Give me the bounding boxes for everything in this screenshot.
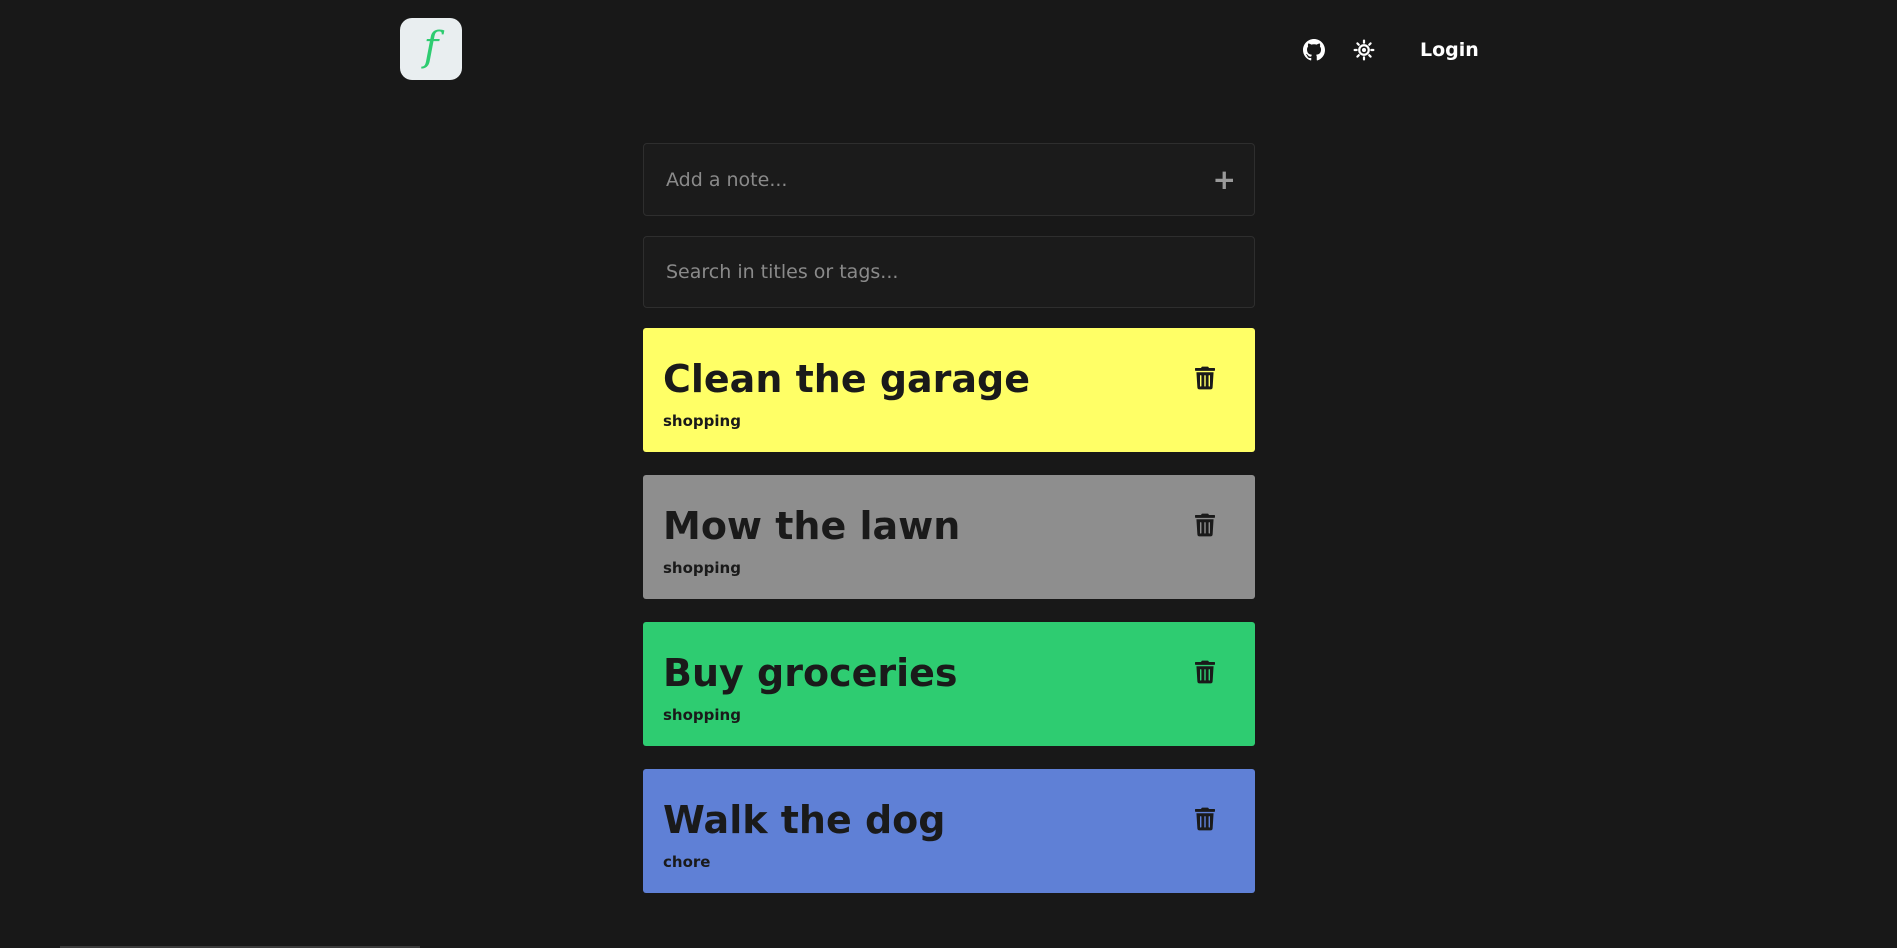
trash-icon[interactable]	[1195, 366, 1215, 390]
app-logo[interactable]: f	[400, 18, 462, 80]
search-input[interactable]	[664, 260, 1234, 284]
note-card[interactable]: Buy groceries shopping	[643, 622, 1255, 746]
note-tag[interactable]: shopping	[663, 412, 1235, 430]
github-icon	[1303, 39, 1325, 61]
note-card[interactable]: Clean the garage shopping	[643, 328, 1255, 452]
note-title: Walk the dog	[663, 798, 946, 842]
main-content: + Clean the garage shopping Mow the lawn…	[643, 143, 1255, 916]
header-actions: Login	[1300, 36, 1479, 64]
github-link[interactable]	[1300, 36, 1328, 64]
search-box	[643, 236, 1255, 308]
note-title: Buy groceries	[663, 651, 958, 695]
login-button[interactable]: Login	[1420, 39, 1479, 61]
theme-toggle-button[interactable]	[1350, 36, 1378, 64]
note-card[interactable]: Mow the lawn shopping	[643, 475, 1255, 599]
plus-icon[interactable]: +	[1213, 165, 1236, 194]
trash-icon[interactable]	[1195, 807, 1215, 831]
note-tag[interactable]: shopping	[663, 559, 1235, 577]
app-page: f Login Add a note... + Search in titles…	[0, 0, 1897, 948]
add-note-input[interactable]	[664, 167, 1234, 192]
sun-icon	[1353, 39, 1375, 61]
trash-icon[interactable]	[1195, 660, 1215, 684]
note-card[interactable]: Walk the dog chore	[643, 769, 1255, 893]
note-title: Mow the lawn	[663, 504, 961, 548]
note-tag[interactable]: chore	[663, 853, 1235, 871]
logo-letter: f	[423, 24, 439, 70]
note-title: Clean the garage	[663, 357, 1031, 401]
add-note-box: +	[643, 143, 1255, 216]
note-tag[interactable]: shopping	[663, 706, 1235, 724]
trash-icon[interactable]	[1195, 513, 1215, 537]
